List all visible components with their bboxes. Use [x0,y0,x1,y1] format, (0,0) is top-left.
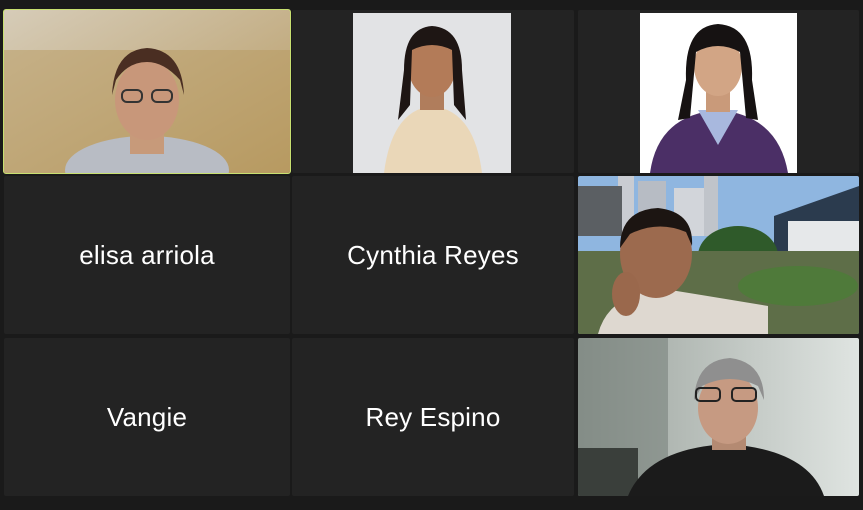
participant-video [578,176,859,334]
participant-tile[interactable]: Rey Espino [292,338,574,496]
video-tile[interactable] [292,10,574,173]
participant-name: Rey Espino [365,401,501,432]
video-tile[interactable] [578,10,859,173]
participant-name: elisa arriola [79,239,215,270]
participant-video [578,338,859,496]
participant-tile[interactable]: Cynthia Reyes [292,176,574,334]
participant-tile[interactable]: elisa arriola [4,176,290,334]
video-tile[interactable] [578,338,859,496]
participant-name: Vangie [106,401,188,432]
participant-name: Cynthia Reyes [347,239,519,270]
participant-video [4,10,290,173]
video-tile[interactable] [578,176,859,334]
participant-tile[interactable]: Vangie [4,338,290,496]
video-tile-active-speaker[interactable] [3,9,291,174]
participant-video [292,10,574,173]
participant-video [578,10,859,173]
